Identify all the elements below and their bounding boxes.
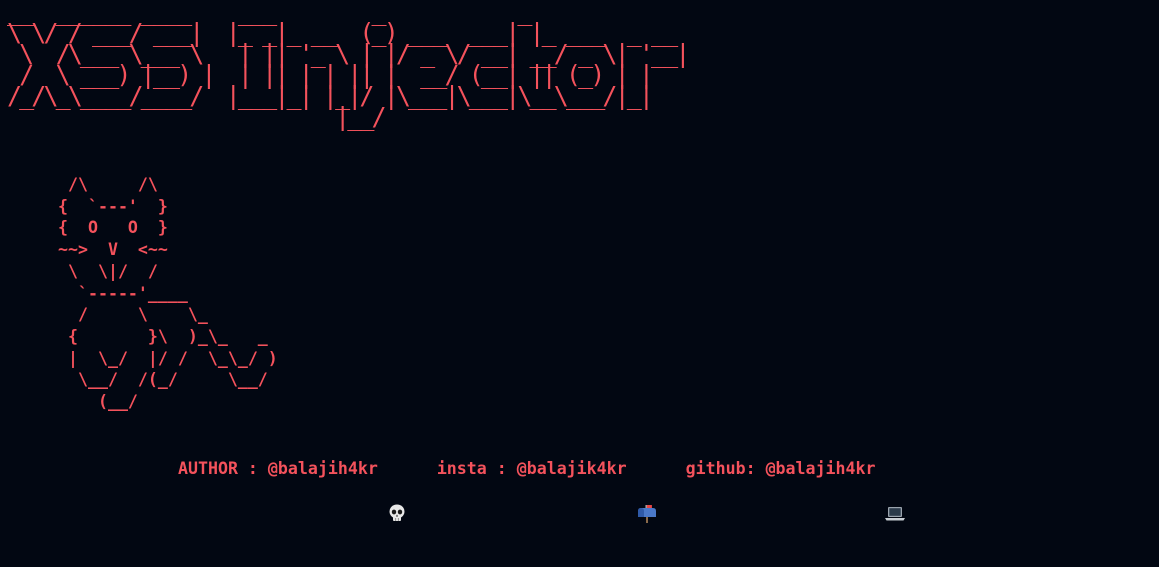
author-credit: AUTHOR : @balajih4kr xyxy=(178,458,409,521)
cat-line: { `---' } xyxy=(58,196,168,216)
cat-line: { }\ )_\_ _ xyxy=(58,326,268,346)
cat-line: /\ /\ xyxy=(58,175,158,194)
skull-icon xyxy=(387,459,409,521)
author-text: AUTHOR : @balajih4kr xyxy=(178,459,378,478)
cat-line: \__/ /(_/ \__/ xyxy=(58,370,268,390)
mailbox-icon xyxy=(636,459,658,523)
cat-line: / \ \_ xyxy=(58,305,208,325)
cat-line: `-----'____ xyxy=(58,283,188,303)
credits-line: AUTHOR : @balajih4kr insta : @balajik4kr xyxy=(178,458,907,523)
insta-credit: insta : @balajik4kr xyxy=(436,458,658,523)
github-text: github: @balajih4kr xyxy=(685,459,876,478)
cat-line: | \_/ |/ / \_\_/ ) xyxy=(58,348,278,368)
cat-line: { O O } xyxy=(58,218,168,238)
cat-line: (__/ xyxy=(58,392,138,412)
cat-line: \ \|/ / xyxy=(58,261,158,281)
xss-injector-ascii-banner: __ ______ ____ ___ _ _ \ \/ / ___/ ___| … xyxy=(7,0,690,129)
laptop-icon xyxy=(884,459,906,521)
github-credit: github: @balajih4kr xyxy=(685,458,907,521)
cat-line: ~~> V <~~ xyxy=(58,240,168,260)
insta-text: insta : @balajik4kr xyxy=(436,459,627,478)
banner-line: |__/ xyxy=(7,102,387,131)
terminal-window: __ ______ ____ ___ _ _ \ \/ / ___/ ___| … xyxy=(0,0,1159,523)
cat-ascii-art: /\ /\ { `---' } { O O } ~~> V <~~ \ \|/ … xyxy=(58,174,278,413)
